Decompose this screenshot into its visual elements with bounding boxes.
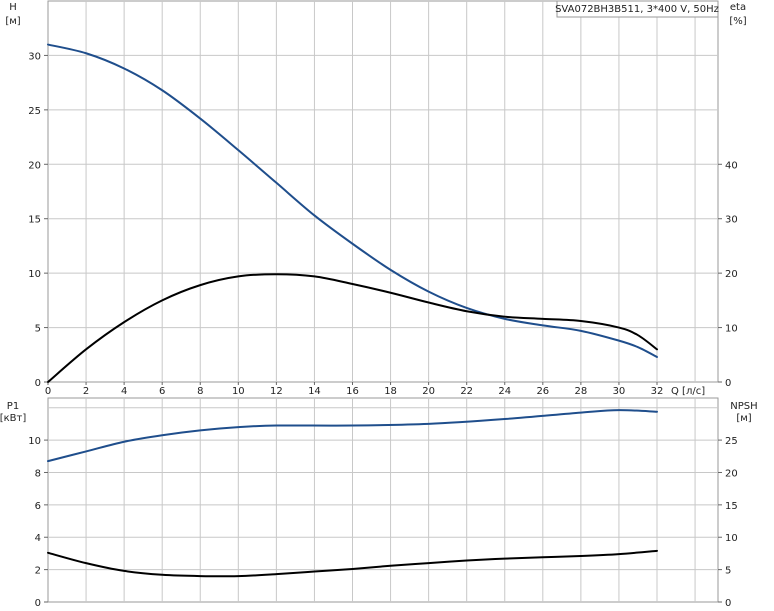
y-right-unit: [%] bbox=[729, 16, 746, 27]
x-tick-label: 6 bbox=[159, 386, 165, 397]
y-left-label: H bbox=[9, 2, 17, 13]
x-tick-label: 8 bbox=[197, 386, 203, 397]
y-left-tick-label: 4 bbox=[35, 533, 41, 544]
panel-2-frame bbox=[47, 397, 719, 603]
y-left-unit: [кВт] bbox=[0, 413, 26, 424]
x-tick-label: 12 bbox=[270, 386, 283, 397]
x-tick-label: 22 bbox=[460, 386, 473, 397]
pump-curve-chart: 051015202530010203040H[м]eta[%]0 2 4 6 8 10 12… bbox=[0, 0, 758, 609]
x-tick-label: 26 bbox=[536, 386, 549, 397]
y-right-tick-label: 15 bbox=[725, 501, 738, 512]
x-tick-label: 16 bbox=[346, 386, 359, 397]
x-tick-label: 2 bbox=[83, 386, 89, 397]
x-axis-label: Q [л/с] bbox=[671, 386, 705, 397]
x-tick-label: 20 bbox=[422, 386, 435, 397]
y-right-tick-label: 0 bbox=[725, 378, 731, 389]
x-tick-label: 10 bbox=[232, 386, 245, 397]
x-tick-label: 4 bbox=[121, 386, 127, 397]
y-right-tick-label: 20 bbox=[725, 468, 738, 479]
y-left-tick-label: 6 bbox=[35, 501, 41, 512]
y-right-tick-label: 10 bbox=[725, 533, 738, 544]
x-tick-label: 18 bbox=[384, 386, 397, 397]
y-right-unit: [м] bbox=[736, 413, 751, 424]
y-right-label: eta bbox=[730, 2, 746, 13]
y-right-tick-label: 5 bbox=[725, 566, 731, 577]
chart-title: SVA072BH3B511, 3*400 V, 50Hz bbox=[555, 4, 719, 15]
y-left-tick-label: 8 bbox=[35, 468, 41, 479]
y-left-tick-label: 2 bbox=[35, 566, 41, 577]
y-left-tick-label: 5 bbox=[35, 324, 41, 335]
x-tick-label: 32 bbox=[651, 386, 664, 397]
y-left-label: P1 bbox=[7, 401, 19, 412]
x-tick-label: 14 bbox=[308, 386, 321, 397]
y-right-label: NPSH bbox=[730, 401, 757, 412]
y-left-unit: [м] bbox=[5, 16, 20, 27]
y-left-tick-label: 25 bbox=[28, 106, 41, 117]
y-left-tick-label: 10 bbox=[28, 436, 41, 447]
y-right-tick-label: 20 bbox=[725, 269, 738, 280]
y-right-tick-label: 10 bbox=[725, 324, 738, 335]
panel-1-frame bbox=[47, 0, 719, 383]
y-left-tick-label: 30 bbox=[28, 51, 41, 62]
y-right-tick-label: 40 bbox=[725, 160, 738, 171]
y-left-tick-label: 0 bbox=[35, 378, 41, 389]
y-right-tick-label: 0 bbox=[725, 598, 731, 609]
y-left-tick-label: 10 bbox=[28, 269, 41, 280]
x-tick-label: 0 bbox=[45, 386, 51, 397]
y-left-tick-label: 0 bbox=[35, 598, 41, 609]
x-tick-label: 24 bbox=[498, 386, 511, 397]
y-right-tick-label: 30 bbox=[725, 215, 738, 226]
y-left-tick-label: 15 bbox=[28, 215, 41, 226]
y-right-tick-label: 25 bbox=[725, 436, 738, 447]
x-tick-label: 30 bbox=[613, 386, 626, 397]
x-tick-label: 28 bbox=[575, 386, 588, 397]
y-left-tick-label: 20 bbox=[28, 160, 41, 171]
